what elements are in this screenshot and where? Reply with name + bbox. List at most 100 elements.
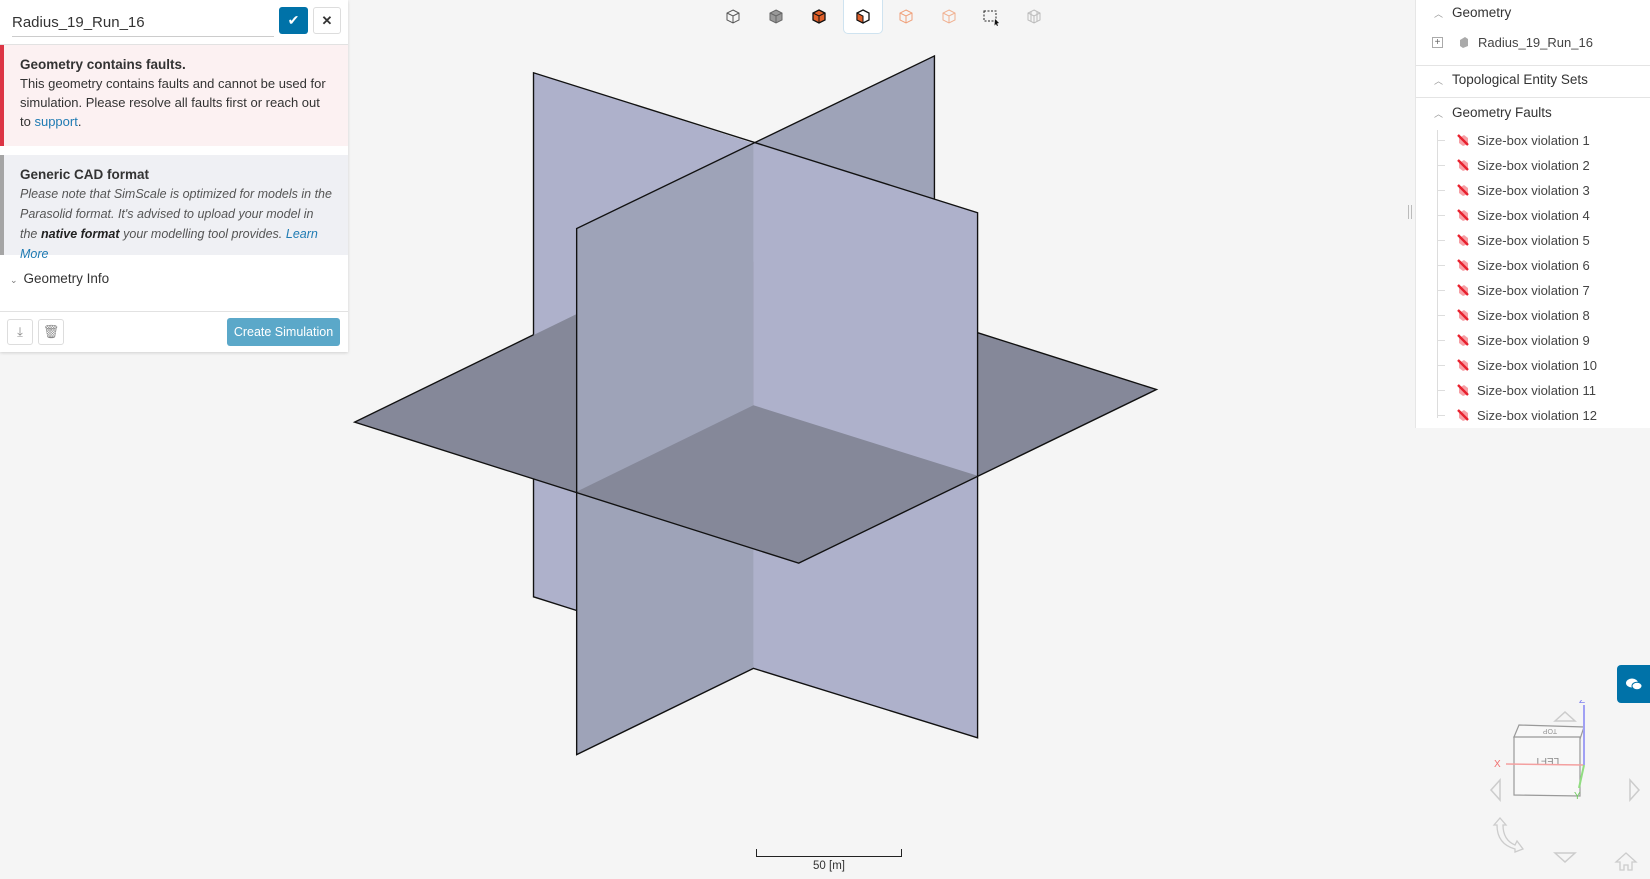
tree-branch [1437, 164, 1445, 166]
solid-view-button[interactable] [756, 0, 796, 34]
tree-branch [1437, 214, 1445, 216]
navigation-cube[interactable]: TOP LEFT X Z Y [1480, 700, 1650, 879]
vertex-cube-icon [942, 9, 956, 24]
fault-item[interactable]: Size-box violation 4 [1437, 205, 1590, 225]
home-icon[interactable] [1614, 852, 1638, 871]
rotate-down-icon[interactable] [1553, 852, 1577, 864]
fault-icon [1457, 159, 1469, 171]
fault-item[interactable]: Size-box violation 6 [1437, 255, 1590, 275]
divider [1416, 65, 1650, 66]
check-icon: ✔ [287, 12, 300, 28]
close-icon: ✕ [321, 13, 333, 28]
fault-icon [1457, 384, 1469, 396]
select-edges-button[interactable] [886, 0, 926, 34]
grid-cube-icon [1027, 9, 1041, 24]
tree-branch [1437, 189, 1445, 191]
rotate-up-icon[interactable] [1553, 710, 1577, 722]
wireframe-view-button[interactable] [713, 0, 753, 34]
fault-item-label: Size-box violation 10 [1477, 357, 1597, 373]
fault-icon [1457, 234, 1469, 246]
fault-item[interactable]: Size-box violation 8 [1437, 305, 1590, 325]
topo-header: Topological Entity Sets [1452, 72, 1588, 87]
cad-alert-body-end: your modelling tool provides. [123, 227, 283, 241]
fault-alert: Geometry contains faults. This geometry … [0, 45, 348, 146]
geometry-name-input[interactable] [12, 8, 274, 37]
tree-branch [1437, 264, 1445, 266]
fault-item-label: Size-box violation 12 [1477, 407, 1597, 423]
fault-item-label: Size-box violation 1 [1477, 132, 1590, 148]
chevron-up-icon: ︿ [1434, 76, 1444, 86]
chat-button[interactable] [1617, 665, 1650, 703]
fault-item[interactable]: Size-box violation 3 [1437, 180, 1590, 200]
scale-bar-label: 50 [m] [813, 860, 845, 872]
faults-header: Geometry Faults [1452, 105, 1552, 120]
geometry-item-label: Radius_19_Run_16 [1478, 34, 1593, 50]
fault-icon [1457, 184, 1469, 196]
fault-item[interactable]: Size-box violation 10 [1437, 355, 1597, 375]
confirm-button[interactable]: ✔ [279, 7, 308, 34]
divider [1416, 97, 1650, 98]
select-volumes-button[interactable] [799, 0, 839, 34]
geometry-info-toggle[interactable]: ⌄ Geometry Info [10, 271, 109, 286]
download-icon: ⤓ [17, 324, 23, 339]
fault-icon [1457, 309, 1469, 321]
tree-section-topological-sets[interactable]: ︿ Topological Entity Sets [1434, 72, 1588, 87]
solid-cube-icon [769, 9, 783, 24]
chevron-down-icon: ⌄ [10, 275, 18, 285]
support-link[interactable]: support [34, 114, 77, 129]
scale-bar [756, 849, 902, 857]
cad-alert-bold: native format [41, 227, 120, 241]
volume-cube-icon [812, 9, 826, 24]
panel-resize-handle[interactable] [1408, 205, 1412, 219]
select-vertices-button[interactable] [929, 0, 969, 34]
fault-icon [1457, 209, 1469, 221]
tree-section-geometry[interactable]: ︿ Geometry [1434, 5, 1511, 20]
fault-item-label: Size-box violation 5 [1477, 232, 1590, 248]
create-simulation-button[interactable]: Create Simulation [227, 318, 340, 346]
fault-icon [1457, 259, 1469, 271]
tree-item-geometry[interactable]: + Radius_19_Run_16 [1432, 32, 1593, 52]
delete-button[interactable]: 🗑 [38, 319, 64, 345]
fault-icon [1457, 359, 1469, 371]
tree-branch [1437, 289, 1445, 291]
select-faces-button[interactable] [843, 0, 883, 34]
hide-show-button[interactable] [1014, 0, 1054, 34]
geometry-header: Geometry [1452, 5, 1512, 20]
wireframe-cube-icon [726, 9, 740, 24]
fault-icon [1457, 134, 1469, 146]
fault-item[interactable]: Size-box violation 5 [1437, 230, 1590, 250]
expand-icon[interactable]: + [1432, 36, 1443, 48]
fault-item[interactable]: Size-box violation 7 [1437, 280, 1590, 300]
fault-alert-title: Geometry contains faults. [20, 57, 186, 72]
cancel-button[interactable]: ✕ [313, 7, 341, 34]
x-axis [1505, 763, 1585, 766]
cad-alert-title: Generic CAD format [20, 167, 150, 182]
cube-face-top[interactable]: TOP [1543, 727, 1558, 734]
panel-footer: ⤓ 🗑 Create Simulation [0, 311, 348, 352]
fault-item-label: Size-box violation 3 [1477, 182, 1590, 198]
rotate-right-icon[interactable] [1629, 778, 1641, 802]
fault-item-label: Size-box violation 2 [1477, 157, 1590, 173]
fault-item[interactable]: Size-box violation 12 [1437, 405, 1597, 425]
tree-branch [1437, 414, 1445, 416]
face-cube-icon [856, 8, 870, 24]
download-button[interactable]: ⤓ [7, 319, 33, 345]
tree-section-geometry-faults[interactable]: ︿ Geometry Faults [1434, 105, 1552, 120]
box-select-icon [983, 10, 999, 26]
fault-item-label: Size-box violation 11 [1477, 382, 1596, 398]
rotate-around-icon[interactable] [1492, 817, 1525, 853]
tree-branch [1437, 314, 1445, 316]
fault-item[interactable]: Size-box violation 1 [1437, 130, 1590, 150]
name-row: ✔ ✕ [0, 0, 348, 45]
z-axis-label: Z [1579, 700, 1585, 706]
fault-item[interactable]: Size-box violation 2 [1437, 155, 1590, 175]
fault-item[interactable]: Size-box violation 11 [1437, 380, 1596, 400]
tree-branch [1437, 364, 1445, 366]
box-select-button[interactable] [971, 0, 1011, 34]
edge-cube-icon [899, 9, 913, 24]
rotate-left-icon[interactable] [1489, 778, 1501, 802]
tree-branch [1437, 239, 1445, 241]
period: . [77, 114, 82, 129]
fault-item[interactable]: Size-box violation 9 [1437, 330, 1590, 350]
fault-item-label: Size-box violation 4 [1477, 207, 1590, 223]
